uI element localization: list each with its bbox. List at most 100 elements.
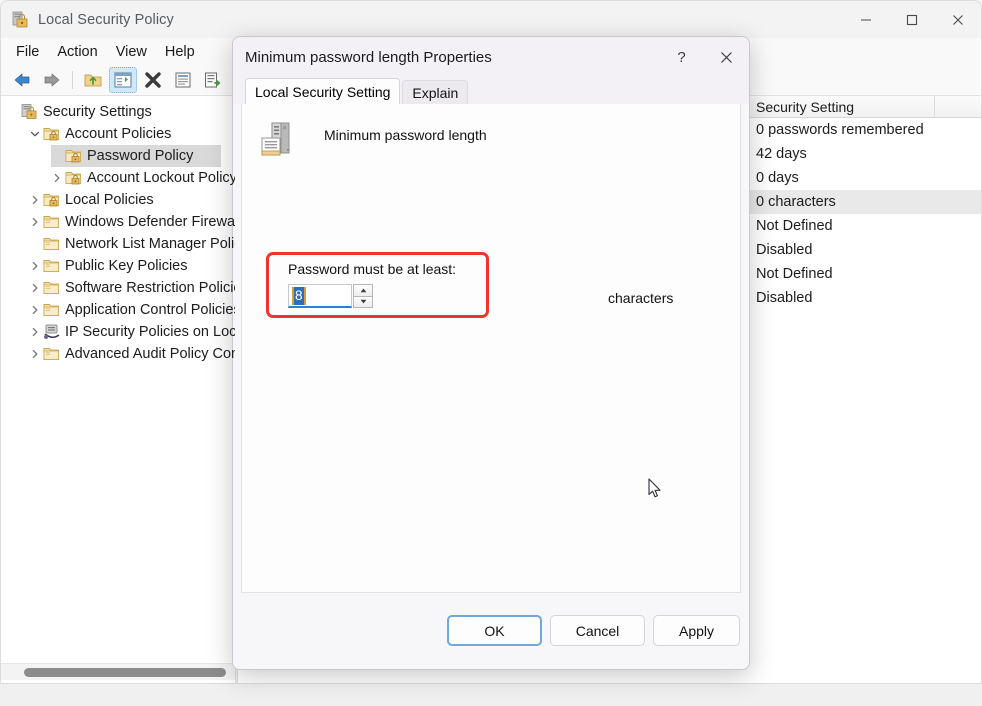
tree-item-label: Application Control Policies	[65, 302, 235, 318]
tree-item-label: Advanced Audit Policy Con	[65, 346, 235, 362]
policy-list-row[interactable]: 0 characters	[748, 190, 981, 214]
chevron-right-icon[interactable]	[27, 192, 43, 208]
menu-action[interactable]: Action	[48, 41, 106, 63]
security-setting-value: Disabled	[756, 242, 813, 258]
menu-file[interactable]: File	[7, 41, 48, 63]
tree-item-label: IP Security Policies on Local	[65, 324, 235, 340]
tree-item-network-list-manager-policies[interactable]: Network List Manager Policies	[1, 233, 235, 255]
tree-item-application-control-policies[interactable]: Application Control Policies	[1, 299, 235, 321]
dialog-body: Minimum password length Password must be…	[241, 104, 741, 593]
tree-item-security-settings[interactable]: Security Settings	[1, 101, 235, 123]
spinner-down-icon[interactable]	[353, 296, 373, 308]
dialog-close-icon[interactable]	[704, 37, 749, 78]
tree-horizontal-scrollbar[interactable]	[1, 663, 235, 680]
security-setting-value: Not Defined	[756, 266, 833, 282]
ok-button[interactable]: OK	[447, 615, 542, 646]
password-length-label: Password must be at least:	[288, 261, 457, 277]
properties-icon[interactable]	[169, 67, 197, 93]
tree-item-label: Security Settings	[43, 104, 152, 120]
tree-item-label: Network List Manager Policies	[65, 236, 235, 252]
chevron-right-icon[interactable]	[27, 346, 43, 362]
policy-list-row[interactable]: 0 passwords remembered	[748, 118, 981, 142]
forward-arrow-icon[interactable]	[38, 67, 66, 93]
toolbar-separator	[72, 71, 73, 89]
tree-item-ip-security-policies-on-local[interactable]: IP Security Policies on Local	[1, 321, 235, 343]
window-controls	[843, 1, 981, 38]
screen: Local Security Policy File Action View H…	[0, 0, 982, 706]
help-icon[interactable]: ?	[659, 37, 704, 78]
column-header-security-setting[interactable]: Security Setting	[748, 96, 935, 117]
folder-icon	[43, 258, 61, 274]
policy-list-row[interactable]: Not Defined	[748, 262, 981, 286]
window-titlebar[interactable]: Local Security Policy	[1, 1, 981, 38]
chevron-right-icon[interactable]	[27, 214, 43, 230]
chevron-down-icon[interactable]	[27, 126, 43, 142]
password-length-input[interactable]: 8	[288, 284, 352, 308]
folder-icon	[43, 280, 61, 296]
security-setting-value: Disabled	[756, 290, 813, 306]
chevron-right-icon[interactable]	[27, 258, 43, 274]
security-setting-value: 0 passwords remembered	[756, 122, 924, 138]
cancel-button[interactable]: Cancel	[550, 615, 645, 646]
tree-item-label: Account Lockout Policy	[87, 170, 235, 186]
tree-item-label: Account Policies	[65, 126, 172, 142]
export-list-icon[interactable]	[199, 67, 227, 93]
policy-list-rows: 0 passwords remembered 42 days 0 days 0 cha…	[748, 118, 981, 310]
minimum-password-length-properties-dialog: Minimum password length Properties ? Loc…	[232, 36, 750, 670]
menu-help[interactable]: Help	[156, 41, 204, 63]
tree-item-label: Local Policies	[65, 192, 154, 208]
tree-item-software-restriction-policies[interactable]: Software Restriction Policies	[1, 277, 235, 299]
tree-item-advanced-audit-policy-con[interactable]: Advanced Audit Policy Con	[1, 343, 235, 365]
menu-view[interactable]: View	[107, 41, 156, 63]
security-setting-value: 0 days	[756, 170, 799, 186]
tree-item-account-lockout-policy[interactable]: Account Lockout Policy	[1, 167, 235, 189]
twisty-placeholder	[49, 148, 65, 164]
tree-item-account-policies[interactable]: Account Policies	[1, 123, 235, 145]
tree-item-label: Software Restriction Policies	[65, 280, 235, 296]
scrollbar-thumb[interactable]	[24, 668, 226, 677]
back-arrow-icon[interactable]	[8, 67, 36, 93]
minimize-icon[interactable]	[843, 1, 889, 38]
dialog-title-buttons: ?	[659, 37, 749, 78]
policy-list-row[interactable]: 0 days	[748, 166, 981, 190]
tab-explain[interactable]: Explain	[402, 80, 469, 104]
locked-folder-icon	[65, 170, 83, 186]
chevron-right-icon[interactable]	[27, 302, 43, 318]
security-policy-icon	[11, 11, 29, 29]
tree-item-label: Public Key Policies	[65, 258, 188, 274]
folder-up-icon[interactable]	[79, 67, 107, 93]
policy-list-row[interactable]: 42 days	[748, 142, 981, 166]
tree-item-password-policy[interactable]: Password Policy	[1, 145, 235, 167]
chevron-right-icon[interactable]	[49, 170, 65, 186]
security-setting-value: Not Defined	[756, 218, 833, 234]
locked-folder-icon	[43, 126, 61, 142]
list-column-headers: Security Setting	[748, 96, 981, 118]
folder-icon	[43, 214, 61, 230]
column-header-spacer	[935, 96, 981, 117]
dialog-footer: OK Cancel Apply	[233, 593, 749, 669]
policy-list-row[interactable]: Disabled	[748, 238, 981, 262]
security-setting-value: 0 characters	[756, 194, 836, 210]
password-length-value: 8	[292, 286, 306, 305]
spinner-up-icon[interactable]	[353, 284, 373, 297]
tree-item-local-policies[interactable]: Local Policies	[1, 189, 235, 211]
policy-header: Minimum password length	[242, 104, 740, 162]
console-tree-icon[interactable]	[109, 67, 137, 93]
dialog-titlebar[interactable]: Minimum password length Properties ?	[233, 37, 749, 78]
password-length-stepper[interactable]: 8	[288, 284, 373, 308]
stepper-buttons	[353, 284, 373, 308]
close-icon[interactable]	[935, 1, 981, 38]
tab-local-security-setting[interactable]: Local Security Setting	[245, 78, 401, 104]
folder-icon	[43, 302, 61, 318]
chevron-right-icon[interactable]	[27, 280, 43, 296]
chevron-right-icon[interactable]	[27, 324, 43, 340]
maximize-icon[interactable]	[889, 1, 935, 38]
dialog-tabs: Local Security Setting Explain	[233, 78, 749, 104]
policy-list-row[interactable]: Disabled	[748, 286, 981, 310]
tree-item-windows-defender-firewall[interactable]: Windows Defender Firewall	[1, 211, 235, 233]
policy-list-row[interactable]: Not Defined	[748, 214, 981, 238]
apply-button[interactable]: Apply	[653, 615, 740, 646]
tree-item-public-key-policies[interactable]: Public Key Policies	[1, 255, 235, 277]
folder-icon	[43, 236, 61, 252]
delete-x-icon[interactable]	[139, 67, 167, 93]
